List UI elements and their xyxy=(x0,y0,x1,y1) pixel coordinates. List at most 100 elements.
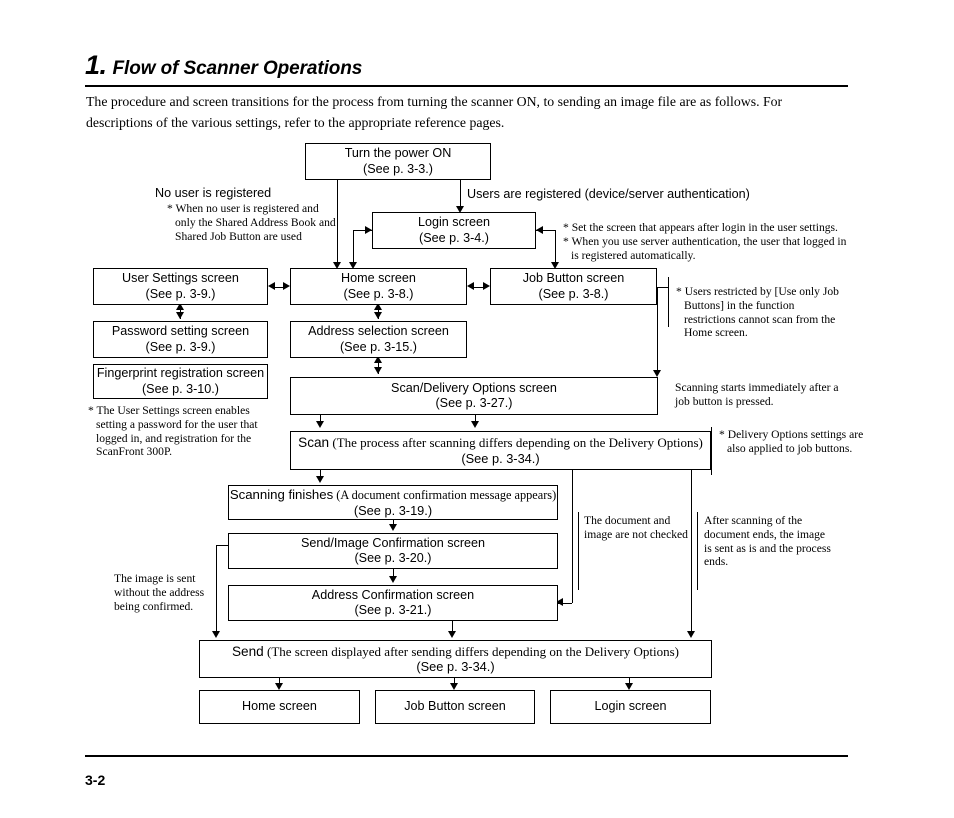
flow-box-send: Send (The screen displayed after sending… xyxy=(199,640,712,678)
box-rest-text: (The process after scanning differs depe… xyxy=(329,435,703,450)
flow-box-scan: Scan (The process after scanning differs… xyxy=(290,431,711,470)
arrowhead-jobbutton-scandelivery xyxy=(653,370,661,377)
box-line-1: Send (The screen displayed after sending… xyxy=(232,644,679,660)
box-line-1: Address selection screen xyxy=(308,324,449,338)
arrowhead-scandel-down xyxy=(374,367,382,374)
note-text: * When no user is registered and only th… xyxy=(167,202,336,243)
box-line-1: Scan (The process after scanning differs… xyxy=(298,435,703,451)
note-rule-job-restrictions xyxy=(668,277,669,327)
arrowhead-addrsel-down xyxy=(374,312,382,319)
note-text: * Delivery Options settings are also app… xyxy=(719,428,864,455)
box-line-1: Job Button screen xyxy=(404,699,506,714)
arrowhead-sendimage-send xyxy=(212,631,220,638)
connector-jobbutton-down xyxy=(657,287,658,375)
box-line-1: User Settings screen xyxy=(122,271,239,285)
arrowhead-scanningfinishes-sendimage xyxy=(389,524,397,531)
box-line-1: Home screen xyxy=(242,699,317,714)
connector-home-up-to-login xyxy=(353,230,354,264)
scanner-operations-flowchart: Turn the power ON (See p. 3-3.) No user … xyxy=(0,0,954,818)
arrowhead-password-down xyxy=(176,312,184,319)
flow-box-address-selection-screen: Address selection screen (See p. 3-15.) xyxy=(290,321,467,358)
box-line-2: (See p. 3-9.) xyxy=(145,286,216,301)
arrowhead-send-login xyxy=(625,683,633,690)
arrowhead-scandelivery-scan-left xyxy=(316,421,324,428)
label-users-registered: Users are registered (device/server auth… xyxy=(467,187,750,201)
note-rule-delivery-options xyxy=(711,427,712,475)
box-line-1: Address Confirmation screen xyxy=(311,587,475,602)
arrowhead-scandelivery-scan-mid xyxy=(471,421,479,428)
arrowhead-home-left xyxy=(467,282,474,290)
connector-jobbutton-right-out xyxy=(657,287,668,288)
flow-box-address-confirmation-screen: Address Confirmation screen (See p. 3-21… xyxy=(228,585,558,621)
note-delivery-options: * Delivery Options settings are also app… xyxy=(719,428,879,456)
flow-box-scan-delivery-options-screen: Scan/Delivery Options screen (See p. 3-2… xyxy=(290,377,658,415)
box-line-2: (See p. 3-19.) xyxy=(353,503,433,518)
box-line-2: (See p. 3-8.) xyxy=(538,286,609,301)
label-no-user-registered: No user is registered xyxy=(155,186,272,200)
box-line-2: (See p. 3-15.) xyxy=(339,339,417,354)
box-line-2: (See p. 3-9.) xyxy=(145,339,216,354)
box-line-1: Login screen xyxy=(417,215,491,229)
arrowhead-send-home xyxy=(275,683,283,690)
flow-box-user-settings-screen: User Settings screen (See p. 3-9.) xyxy=(93,268,268,305)
box-bold-word: Send xyxy=(231,643,264,659)
box-line-1: Home screen xyxy=(341,271,416,285)
note-after-scanning: After scanning of the document ends, the… xyxy=(704,514,831,569)
box-line-2: (See p. 3-34.) xyxy=(416,659,495,674)
note-rule-after-scanning xyxy=(697,512,698,590)
footer-divider xyxy=(85,755,848,757)
box-line-2: (See p. 3-21.) xyxy=(354,603,432,617)
flow-box-scanning-finishes: Scanning finishes (A document confirmati… xyxy=(228,485,558,520)
note-user-settings-screen: * The User Settings screen enables setti… xyxy=(88,404,278,459)
flow-box-turn-power-on: Turn the power ON (See p. 3-3.) xyxy=(305,143,491,180)
note-job-button-restrictions: * Users restricted by [Use only Job Butt… xyxy=(676,285,846,340)
arrowhead-addressconf-send xyxy=(448,631,456,638)
note-no-user-registered: * When no user is registered and only th… xyxy=(167,202,342,243)
box-line-1: Scanning finishes (A document confirmati… xyxy=(230,487,556,504)
flow-box-job-button-screen: Job Button screen (See p. 3-8.) xyxy=(490,268,657,305)
note-text: * The User Settings screen enables setti… xyxy=(88,404,258,459)
flow-box-login-screen: Login screen (See p. 3-4.) xyxy=(372,212,536,249)
arrowhead-send-jobbutton xyxy=(450,683,458,690)
box-line-2: (See p. 3-20.) xyxy=(354,551,432,565)
note-text-2: * When you use server authentication, th… xyxy=(563,234,847,262)
flow-box-password-setting-screen: Password setting screen (See p. 3-9.) xyxy=(93,321,268,358)
arrowhead-sendimage-addressconf xyxy=(389,576,397,583)
box-rest-text: (The screen displayed after sending diff… xyxy=(263,643,680,659)
arrowhead-usersettings-left xyxy=(268,282,275,290)
arrowhead-into-login-right xyxy=(365,226,372,234)
box-line-2: (See p. 3-10.) xyxy=(141,381,219,396)
box-line-2: (See p. 3-3.) xyxy=(363,161,433,176)
box-bold-word: Scanning finishes xyxy=(229,486,334,502)
flow-box-home-screen: Home screen (See p. 3-8.) xyxy=(290,268,467,305)
box-bold-word: Scan xyxy=(298,435,330,450)
note-rule-not-checked xyxy=(578,512,579,590)
flow-box-fingerprint-registration-screen: Fingerprint registration screen (See p. … xyxy=(93,364,268,399)
flow-box-end-login-screen: Login screen xyxy=(550,690,711,724)
arrowhead-home-right xyxy=(283,282,290,290)
note-scanning-starts: Scanning starts immediately after a job … xyxy=(675,381,839,408)
box-line-1: Job Button screen xyxy=(522,271,625,285)
box-line-2: (See p. 3-4.) xyxy=(419,230,489,245)
connector-scan-send-right xyxy=(691,470,692,635)
document-page: 1. Flow of Scanner Operations The procedu… xyxy=(0,0,954,818)
box-line-1: Password setting screen xyxy=(111,324,250,338)
box-line-1: Login screen xyxy=(594,699,667,714)
box-line-1: Send/Image Confirmation screen xyxy=(300,535,486,550)
box-line-1: Turn the power ON xyxy=(344,146,452,160)
box-rest-text: (A document confirmation message appears… xyxy=(333,487,557,502)
note-document-not-checked: The document and image are not checked xyxy=(584,514,688,541)
footer-page-number: 3-2 xyxy=(85,772,106,788)
flow-box-end-job-button-screen: Job Button screen xyxy=(375,690,535,724)
arrowhead-scan-scanningfinishes xyxy=(316,476,324,483)
box-line-1: Fingerprint registration screen xyxy=(96,366,265,380)
flow-box-send-image-confirmation-screen: Send/Image Confirmation screen (See p. 3… xyxy=(228,533,558,569)
box-line-1: Scan/Delivery Options screen xyxy=(391,380,557,395)
connector-poweron-to-login xyxy=(460,180,461,209)
arrowhead-into-login-left xyxy=(536,226,543,234)
arrowhead-jobbutton-right xyxy=(483,282,490,290)
connector-scan-addressconf-down xyxy=(572,470,573,603)
box-line-2: (See p. 3-27.) xyxy=(435,396,513,410)
arrowhead-scan-send-right xyxy=(687,631,695,638)
box-line-2: (See p. 3-34.) xyxy=(461,450,540,466)
